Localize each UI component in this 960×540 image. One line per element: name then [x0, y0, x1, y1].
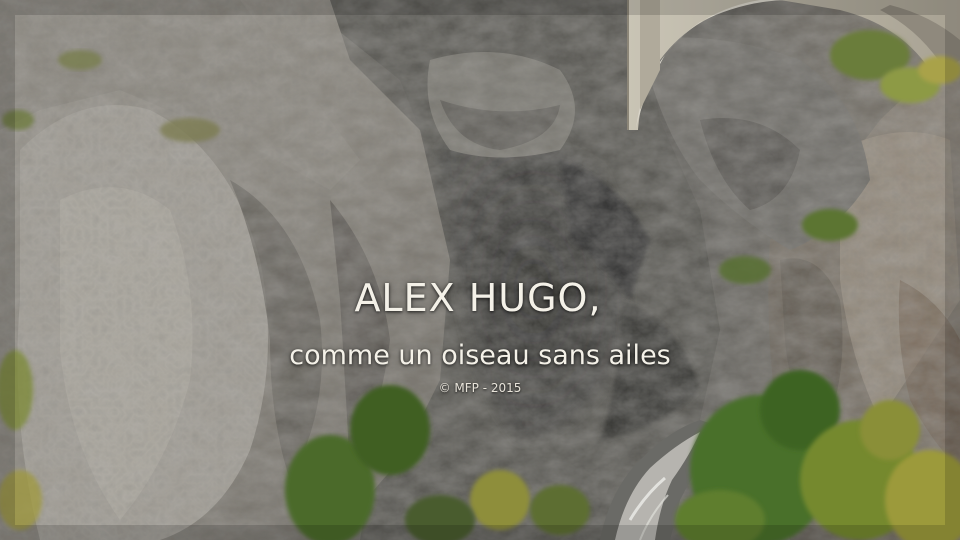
canyon-scene — [0, 0, 960, 540]
video-frame: ALEX HUGO, comme un oiseau sans ailes © … — [0, 0, 960, 540]
